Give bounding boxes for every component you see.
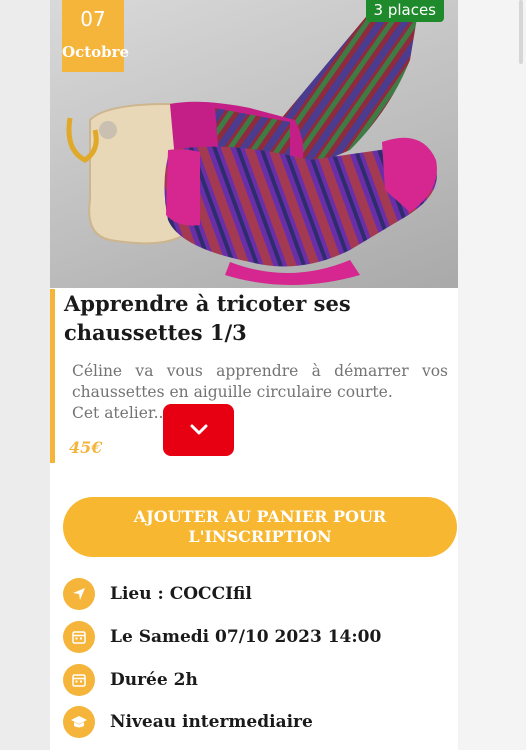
event-description: Céline va vous apprendre à démarrer vos … [72,361,448,424]
date-day: 07 [80,7,106,31]
detail-duration: Durée 2h [63,664,198,696]
description-line-2: Cet atelier... [72,404,169,422]
graduation-cap-icon [63,706,95,738]
description-line-1: Céline va vous apprendre à démarrer vos … [72,362,448,401]
detail-level: Niveau intermediaire [63,706,313,738]
calendar-icon [63,621,95,653]
location-arrow-icon [63,578,95,610]
page-margin [458,0,526,750]
date-month: Octobre [62,43,130,61]
event-info: Apprendre à tricoter ses chaussettes 1/3… [50,289,458,463]
event-price: 45€ [69,438,103,457]
detail-location-text: Lieu : COCCIfil [110,584,252,604]
detail-date-text: Le Samedi 07/10 2023 14:00 [110,627,382,647]
places-badge: 3 places [365,0,444,22]
chevron-down-icon [190,424,207,435]
event-photo: 07 Octobre 3 places [50,0,458,288]
add-to-cart-button[interactable]: AJOUTER AU PANIER POUR L'INSCRIPTION [63,497,457,557]
date-badge: 07 Octobre [62,0,130,72]
scrollbar[interactable] [519,0,523,64]
detail-level-text: Niveau intermediaire [110,712,313,732]
detail-duration-text: Durée 2h [110,670,198,690]
expand-description-button[interactable] [163,404,234,456]
detail-date: Le Samedi 07/10 2023 14:00 [63,621,381,653]
detail-location: Lieu : COCCIfil [63,578,252,610]
event-title[interactable]: Apprendre à tricoter ses chaussettes 1/3 [64,289,462,347]
calendar-icon [63,664,95,696]
